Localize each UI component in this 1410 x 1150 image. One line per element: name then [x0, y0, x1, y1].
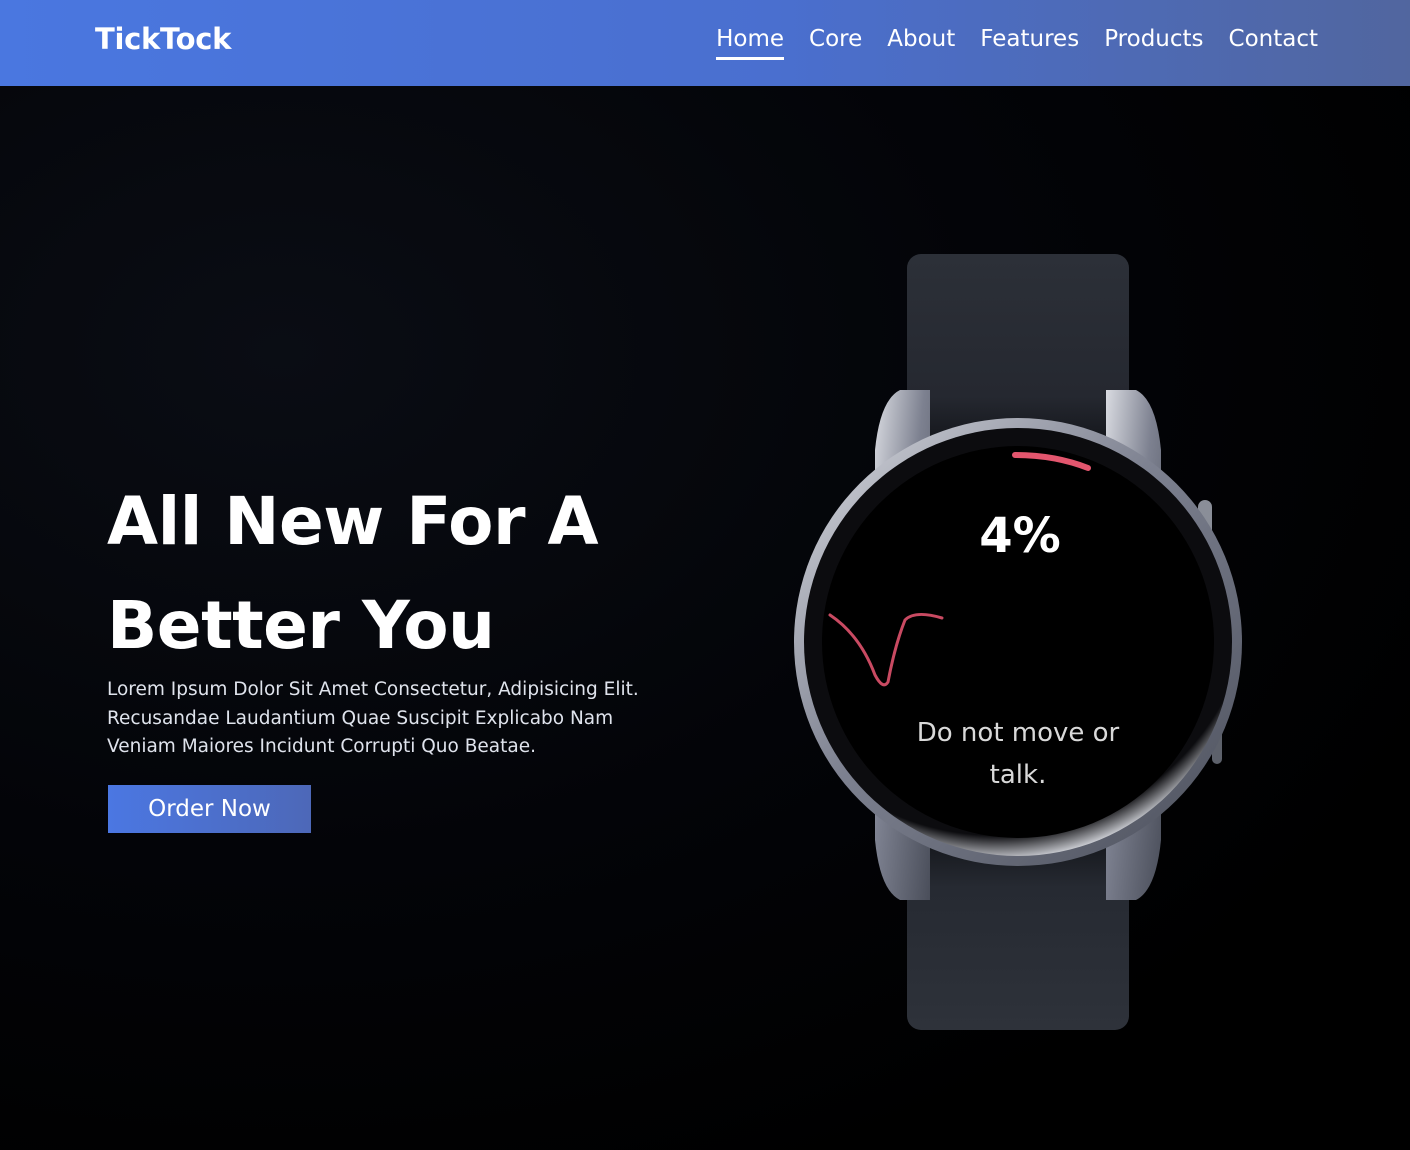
order-now-button[interactable]: Order Now	[108, 785, 311, 833]
hero-description-line2: Recusandae Laudantium Quae Suscipit Expl…	[107, 707, 614, 729]
hero-description-line1: Lorem Ipsum Dolor Sit Amet Consectetur, …	[107, 679, 639, 700]
hero-description: Lorem Ipsum Dolor Sit Amet Consectetur, …	[107, 676, 687, 762]
nav-link-about[interactable]: About	[887, 26, 955, 58]
nav-link-features[interactable]: Features	[980, 26, 1079, 58]
nav-link-core[interactable]: Core	[809, 26, 862, 58]
watch-strap-top	[907, 254, 1129, 444]
watch-message: Do not move or talk.	[916, 718, 1120, 790]
nav-link-products[interactable]: Products	[1104, 26, 1203, 58]
smartwatch-image	[780, 250, 1260, 1040]
hero-headline-line2: Better You	[107, 587, 495, 664]
watch-readout: 4%	[979, 508, 1061, 564]
nav-link-home[interactable]: Home	[716, 26, 784, 60]
main-nav: Home Core About Features Products Contac…	[716, 26, 1318, 60]
hero-headline: All New For A Better You	[107, 470, 727, 678]
hero-description-line3: Veniam Maiores Incidunt Corrupti Quo Bea…	[107, 736, 536, 757]
watch-strap-bottom	[907, 840, 1129, 1030]
smartwatch-illustration	[794, 254, 1242, 1030]
hero-headline-line1: All New For A	[107, 483, 599, 560]
top-navbar: TickTock Home Core About Features Produc…	[0, 0, 1410, 86]
brand-logo[interactable]: TickTock	[95, 22, 231, 56]
nav-link-contact[interactable]: Contact	[1229, 26, 1318, 58]
